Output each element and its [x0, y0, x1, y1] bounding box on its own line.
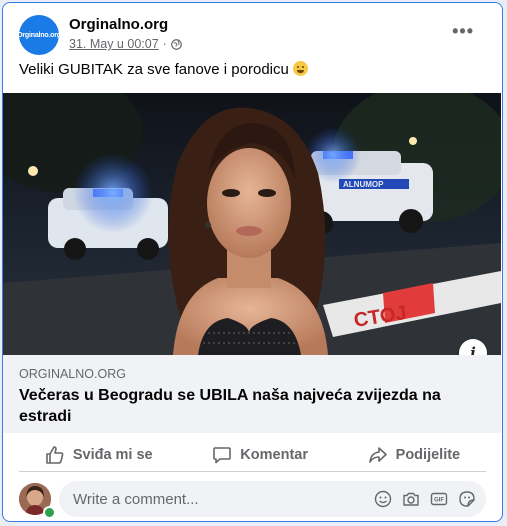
post-text: Veliki GUBITAK za sve fanove i porodicu	[19, 61, 309, 78]
camera-icon[interactable]	[402, 490, 420, 508]
link-title[interactable]: Večeras u Beogradu se UBILA naša najveća…	[19, 385, 459, 427]
comment-tools: GIF	[374, 490, 476, 508]
comment-button[interactable]: Komentar	[212, 445, 308, 465]
link-domain: ORGINALNO.ORG	[19, 367, 126, 381]
action-bar: Sviđa mi se Komentar Podijelite	[15, 437, 490, 473]
comment-label: Komentar	[240, 447, 308, 463]
comment-input[interactable]	[71, 489, 365, 509]
like-label: Sviđa mi se	[72, 447, 153, 463]
comment-composer: GIF	[19, 481, 490, 519]
sticker-icon[interactable]	[458, 490, 476, 508]
like-button[interactable]: Sviđa mi se	[45, 445, 153, 465]
share-label: Podijelite	[395, 447, 461, 463]
post-card: Orginalno.org Orginalno.org 31. May u 00…	[2, 2, 503, 522]
link-preview-image[interactable]: ALNUMOP CTOJ i	[3, 93, 501, 355]
divider	[19, 471, 486, 472]
comment-field[interactable]: GIF	[59, 481, 486, 517]
post-meta: 31. May u 00:07 ·	[69, 37, 182, 51]
page-avatar-label: Orginalno.org	[17, 31, 61, 39]
svg-text:GIF: GIF	[434, 498, 444, 504]
link-preview[interactable]: ORGINALNO.ORG Večeras u Beogradu se UBIL…	[3, 355, 501, 433]
page-avatar[interactable]: Orginalno.org	[17, 15, 61, 55]
grimacing-face-icon	[293, 61, 309, 76]
post-message: Veliki GUBITAK za sve fanove i porodicu	[19, 61, 289, 78]
night-scene-illustration: ALNUMOP CTOJ	[3, 93, 501, 355]
share-button[interactable]: Podijelite	[368, 445, 460, 465]
emoji-icon[interactable]	[374, 490, 392, 508]
globe-icon	[170, 38, 182, 50]
post-timestamp[interactable]: 31. May u 00:07	[69, 37, 159, 51]
post-header: Orginalno.org Orginalno.org 31. May u 00…	[17, 15, 490, 59]
gif-icon[interactable]: GIF	[430, 490, 448, 508]
online-status-dot	[43, 506, 56, 519]
speech-bubble-icon	[213, 447, 232, 464]
meta-separator: ·	[162, 37, 167, 51]
page-name-link[interactable]: Orginalno.org	[69, 16, 168, 33]
share-arrow-icon	[368, 447, 387, 463]
svg-text:ALNUMOP: ALNUMOP	[343, 180, 384, 189]
thumbs-up-icon	[46, 446, 64, 464]
more-options-button[interactable]: •••	[452, 21, 474, 42]
